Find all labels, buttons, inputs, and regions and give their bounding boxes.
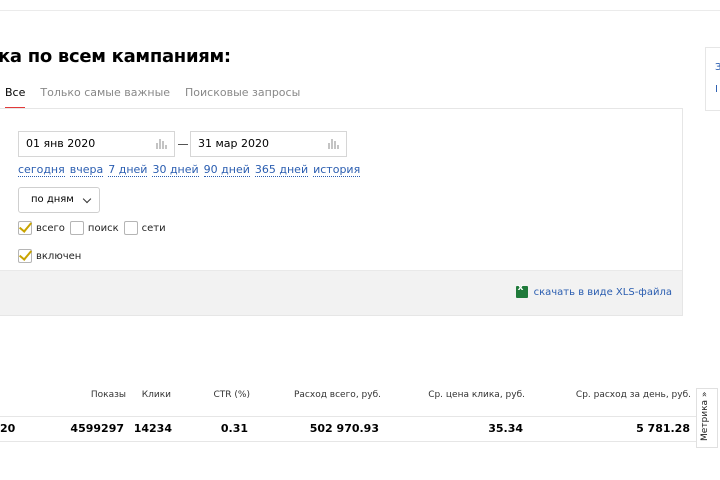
range-history[interactable]: история [313,163,361,177]
table-row: 20 4599297 14234 0.31 502 970.93 35.34 5… [0,416,697,442]
checkbox-total[interactable] [18,221,32,235]
cell-clicks: 14234 [133,422,172,435]
range-today[interactable]: сегодня [18,163,65,177]
header-clicks: Клики [141,390,171,400]
cell-avg-daily-spend: 5 781.28 [636,422,690,435]
checkbox-enabled-label: включен [36,250,82,262]
range-30-days[interactable]: 30 дней [152,163,199,177]
filter-panel: 01 янв 2020 31 мар 2020 сегодня вчера 7 … [0,108,683,316]
platform-filter: всего поиск сети [18,221,171,235]
range-7-days[interactable]: 7 дней [108,163,148,177]
cell-impressions: 4599297 [70,422,124,435]
side-card-line-1[interactable]: З [715,62,720,73]
metrika-side-tab[interactable]: Метрика » [696,388,718,448]
date-from-value: 01 янв 2020 [26,137,96,150]
checkbox-search[interactable] [69,221,84,235]
checkbox-enabled[interactable] [18,249,32,263]
cell-total-spend: 502 970.93 [309,422,379,435]
cell-label: 20 [0,422,16,435]
header-impressions: Показы [90,390,126,400]
range-yesterday[interactable]: вчера [69,163,104,177]
side-card: З I [705,47,720,111]
status-filter: включен [18,249,86,263]
cell-ctr: 0.31 [220,422,248,435]
date-range-separator [178,144,188,145]
stats-tabs: Все Только самые важные Поисковые запрос… [5,85,315,109]
chevron-down-icon [82,194,92,204]
page-title: ка по всем кампаниям: [0,46,231,67]
cell-avg-cpc: 35.34 [488,422,523,435]
download-xls-link[interactable]: скачать в виде XLS-файла [515,283,672,298]
group-by-select[interactable]: по дням [18,187,100,213]
date-from-input[interactable]: 01 янв 2020 [18,131,175,157]
metrika-tab-label: Метрика » [700,391,710,441]
filter-footer: скачать в виде XLS-файла [0,270,682,315]
tab-search-queries[interactable]: Поисковые запросы [185,85,300,109]
quick-date-ranges: сегодня вчера 7 дней 30 дней 90 дней 365… [18,163,365,177]
download-xls-label: скачать в виде XLS-файла [533,286,672,298]
calendar-icon[interactable] [328,139,340,149]
date-to-input[interactable]: 31 мар 2020 [190,131,347,157]
tab-all[interactable]: Все [5,85,26,109]
checkbox-total-label: всего [36,222,65,234]
tab-most-important[interactable]: Только самые важные [40,85,170,109]
top-divider [0,10,720,11]
header-total-spend: Расход всего, руб. [293,390,381,400]
checkbox-search-label: поиск [87,222,119,234]
checkbox-networks-label: сети [141,222,166,234]
header-avg-daily-spend: Ср. расход за день, руб. [575,390,691,400]
header-ctr: CTR (%) [213,390,250,400]
range-365-days[interactable]: 365 дней [254,163,309,177]
date-to-value: 31 мар 2020 [198,137,270,150]
calendar-icon[interactable] [156,139,168,149]
header-avg-cpc: Ср. цена клика, руб. [428,390,525,400]
excel-icon [515,283,528,298]
side-card-line-2[interactable]: I [715,84,718,95]
group-by-value: по дням [31,194,74,205]
checkbox-networks[interactable] [123,221,138,235]
range-90-days[interactable]: 90 дней [203,163,250,177]
